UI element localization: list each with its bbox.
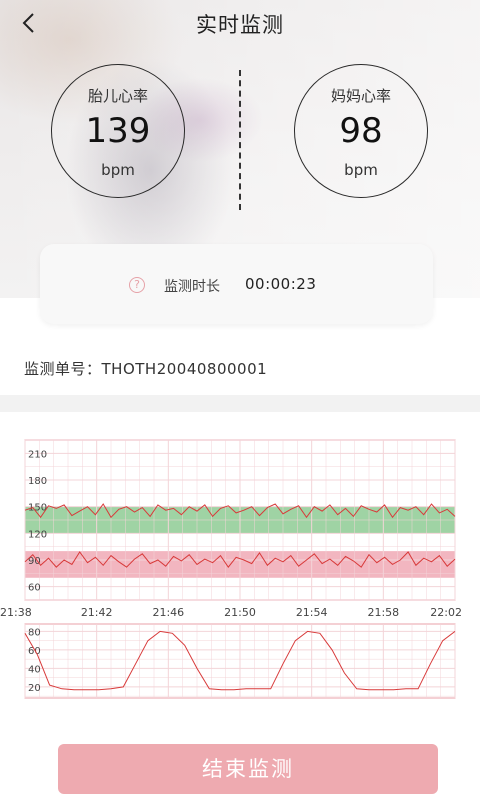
fetal-heart-rate-ring: 胎儿心率 139 bpm [51, 64, 185, 198]
end-monitoring-button[interactable]: 结束监测 [58, 744, 438, 794]
monitor-charts: 210 180 150 120 90 60 21:38 21:42 21:46 21:50 21:5… [0, 432, 480, 712]
chart-1-ytick: 180 [28, 476, 47, 487]
duration-label: 监测时长 [164, 279, 220, 295]
mother-heart-rate-label: 妈妈心率 [330, 87, 391, 105]
mother-heart-rate-ring: 妈妈心率 98 bpm [294, 64, 428, 198]
chart-x-label: 21:50 [224, 606, 256, 619]
app-screen: 实时监测 胎儿心率 139 bpm 妈妈心率 98 bpm ? 监测时长 00:… [0, 0, 480, 800]
chart-2-ytick: 20 [28, 683, 41, 694]
chart-1-ytick: 60 [28, 583, 41, 594]
chart-x-label: 21:38 [0, 606, 32, 619]
chart-x-label: 22:02 [430, 606, 462, 619]
dashed-divider [239, 70, 241, 210]
help-icon[interactable]: ? [129, 277, 145, 293]
chart-x-label: 21:54 [296, 606, 328, 619]
chart-2-ytick: 60 [28, 646, 41, 657]
chart-x-label: 21:46 [152, 606, 184, 619]
mother-heart-rate-unit: bpm [344, 161, 378, 179]
order-number-label: 监测单号： [24, 360, 102, 378]
duration-value: 00:00:23 [245, 275, 317, 293]
mother-heart-rate-value: 98 [339, 111, 383, 151]
fetal-heart-rate-value: 139 [85, 111, 151, 151]
chart-x-label: 21:58 [367, 606, 399, 619]
order-number-value: THOTH20040800001 [101, 360, 268, 378]
monitor-chart-svg: 210180150120906021:38 21:42 21:46 21:50 21:5… [0, 439, 462, 699]
chart-x-label: 21:42 [81, 606, 113, 619]
fetal-heart-rate-unit: bpm [101, 161, 135, 179]
chart-1-ytick: 210 [28, 449, 47, 460]
order-number: 监测单号：THOTH20040800001 [24, 358, 267, 379]
duration-card: ? 监测时长 00:00:23 [40, 244, 433, 324]
chart-2-ytick: 40 [28, 664, 41, 675]
page-title: 实时监测 [196, 13, 284, 37]
section-separator [0, 395, 480, 412]
fetal-heart-rate-label: 胎儿心率 [87, 87, 148, 105]
chart-2-ytick: 80 [28, 627, 41, 638]
chart-1-ytick: 120 [28, 529, 47, 540]
top-bar: 实时监测 [0, 0, 480, 46]
